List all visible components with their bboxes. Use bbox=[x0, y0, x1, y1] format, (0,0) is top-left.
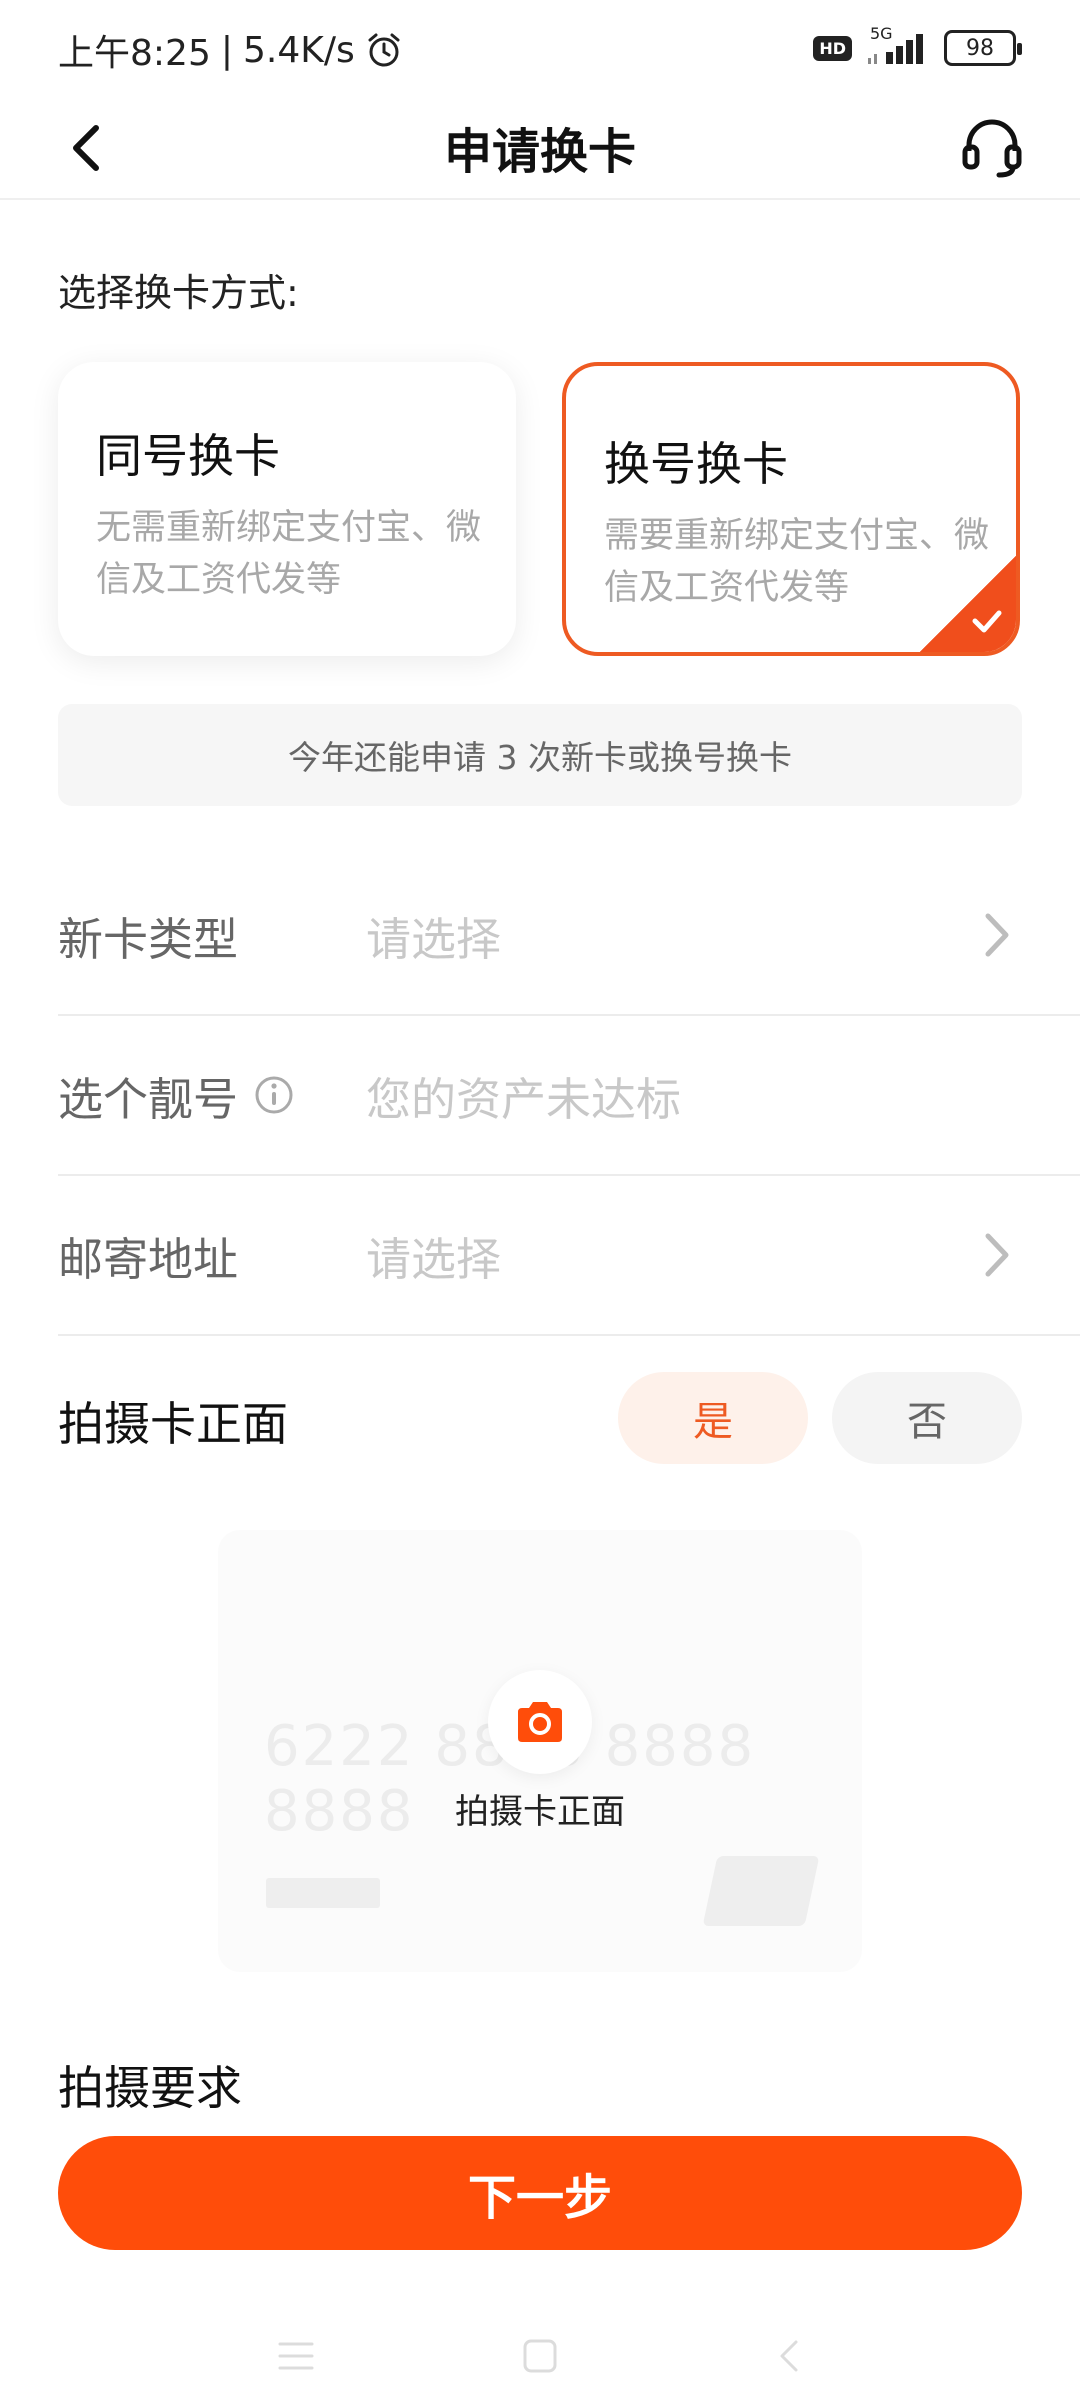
camera-button[interactable] bbox=[488, 1670, 592, 1774]
nav-bar: 申请换卡 bbox=[0, 96, 1080, 200]
camera-icon bbox=[518, 1702, 562, 1742]
capture-label: 拍摄卡正面 bbox=[455, 1792, 625, 1832]
next-step-button[interactable]: 下一步 bbox=[58, 2136, 1022, 2250]
method-section-label: 选择换卡方式: bbox=[58, 271, 299, 315]
chevron-right-icon bbox=[985, 913, 1009, 957]
alarm-clock-icon bbox=[368, 33, 400, 67]
status-time: 上午8:25 bbox=[58, 33, 211, 74]
chevron-right-icon bbox=[985, 1233, 1009, 1277]
status-separator: | bbox=[220, 29, 233, 71]
info-icon[interactable] bbox=[254, 1075, 294, 1115]
sample-card-logo bbox=[702, 1856, 820, 1926]
option-card-new-number[interactable]: 换号换卡 需要重新绑定支付宝、微信及工资代发等 bbox=[562, 362, 1020, 656]
quota-notice: 今年还能申请 3 次新卡或换号换卡 bbox=[58, 704, 1022, 806]
network-type: 5G bbox=[870, 24, 893, 43]
lucky-number-label-text: 选个靓号 bbox=[58, 1072, 239, 1126]
battery-level: 98 bbox=[966, 35, 994, 61]
lucky-number-value: 您的资产未达标 bbox=[366, 1072, 682, 1126]
battery-indicator: 98 bbox=[944, 30, 1022, 66]
photo-requirements-label: 拍摄要求 bbox=[58, 2061, 242, 2115]
mail-address-value: 请选择 bbox=[366, 1232, 502, 1286]
card-type-row[interactable]: 新卡类型 请选择 bbox=[58, 856, 1080, 1016]
hd-badge: HD bbox=[813, 35, 852, 61]
back-nav-icon[interactable] bbox=[770, 2336, 810, 2376]
signal-strength: 5G bbox=[864, 24, 932, 68]
checkmark-icon bbox=[972, 610, 1002, 633]
mail-address-label: 邮寄地址 bbox=[58, 1176, 238, 1334]
sample-card-stripe bbox=[266, 1878, 380, 1908]
mail-address-label-text: 邮寄地址 bbox=[58, 1232, 239, 1286]
lucky-number-row: 选个靓号 您的资产未达标 bbox=[58, 1016, 1080, 1176]
lucky-number-label: 选个靓号 bbox=[58, 1016, 294, 1174]
card-photo-area[interactable]: 6222 8888 8888 8888 拍摄卡正面 bbox=[218, 1530, 862, 1972]
option-card-same-number[interactable]: 同号换卡 无需重新绑定支付宝、微信及工资代发等 bbox=[58, 362, 516, 656]
option-title: 换号换卡 bbox=[604, 437, 788, 491]
status-right: HD 5G 98 bbox=[813, 24, 1022, 68]
status-left: 上午8:25 | 5.4K/s bbox=[58, 24, 403, 76]
card-type-label: 新卡类型 bbox=[58, 856, 238, 1014]
status-bar: 上午8:25 | 5.4K/s HD 5G 98 bbox=[0, 0, 1080, 96]
option-title: 同号换卡 bbox=[96, 429, 280, 483]
headset-icon bbox=[962, 119, 1022, 178]
network-speed: 5.4K/s bbox=[242, 29, 355, 71]
home-icon[interactable] bbox=[520, 2336, 560, 2376]
mail-address-row[interactable]: 邮寄地址 请选择 bbox=[58, 1176, 1080, 1336]
system-nav-bar bbox=[0, 2300, 1080, 2400]
photo-no-option[interactable]: 否 bbox=[832, 1372, 1022, 1464]
card-type-value: 请选择 bbox=[366, 912, 502, 966]
photo-yes-option[interactable]: 是 bbox=[618, 1372, 808, 1464]
customer-service-button[interactable] bbox=[954, 110, 1030, 186]
photo-front-label: 拍摄卡正面 bbox=[58, 1397, 288, 1451]
page-title: 申请换卡 bbox=[443, 124, 636, 180]
option-description: 无需重新绑定支付宝、微信及工资代发等 bbox=[96, 508, 482, 600]
card-type-label-text: 新卡类型 bbox=[58, 912, 239, 966]
menu-icon[interactable] bbox=[276, 2336, 316, 2376]
